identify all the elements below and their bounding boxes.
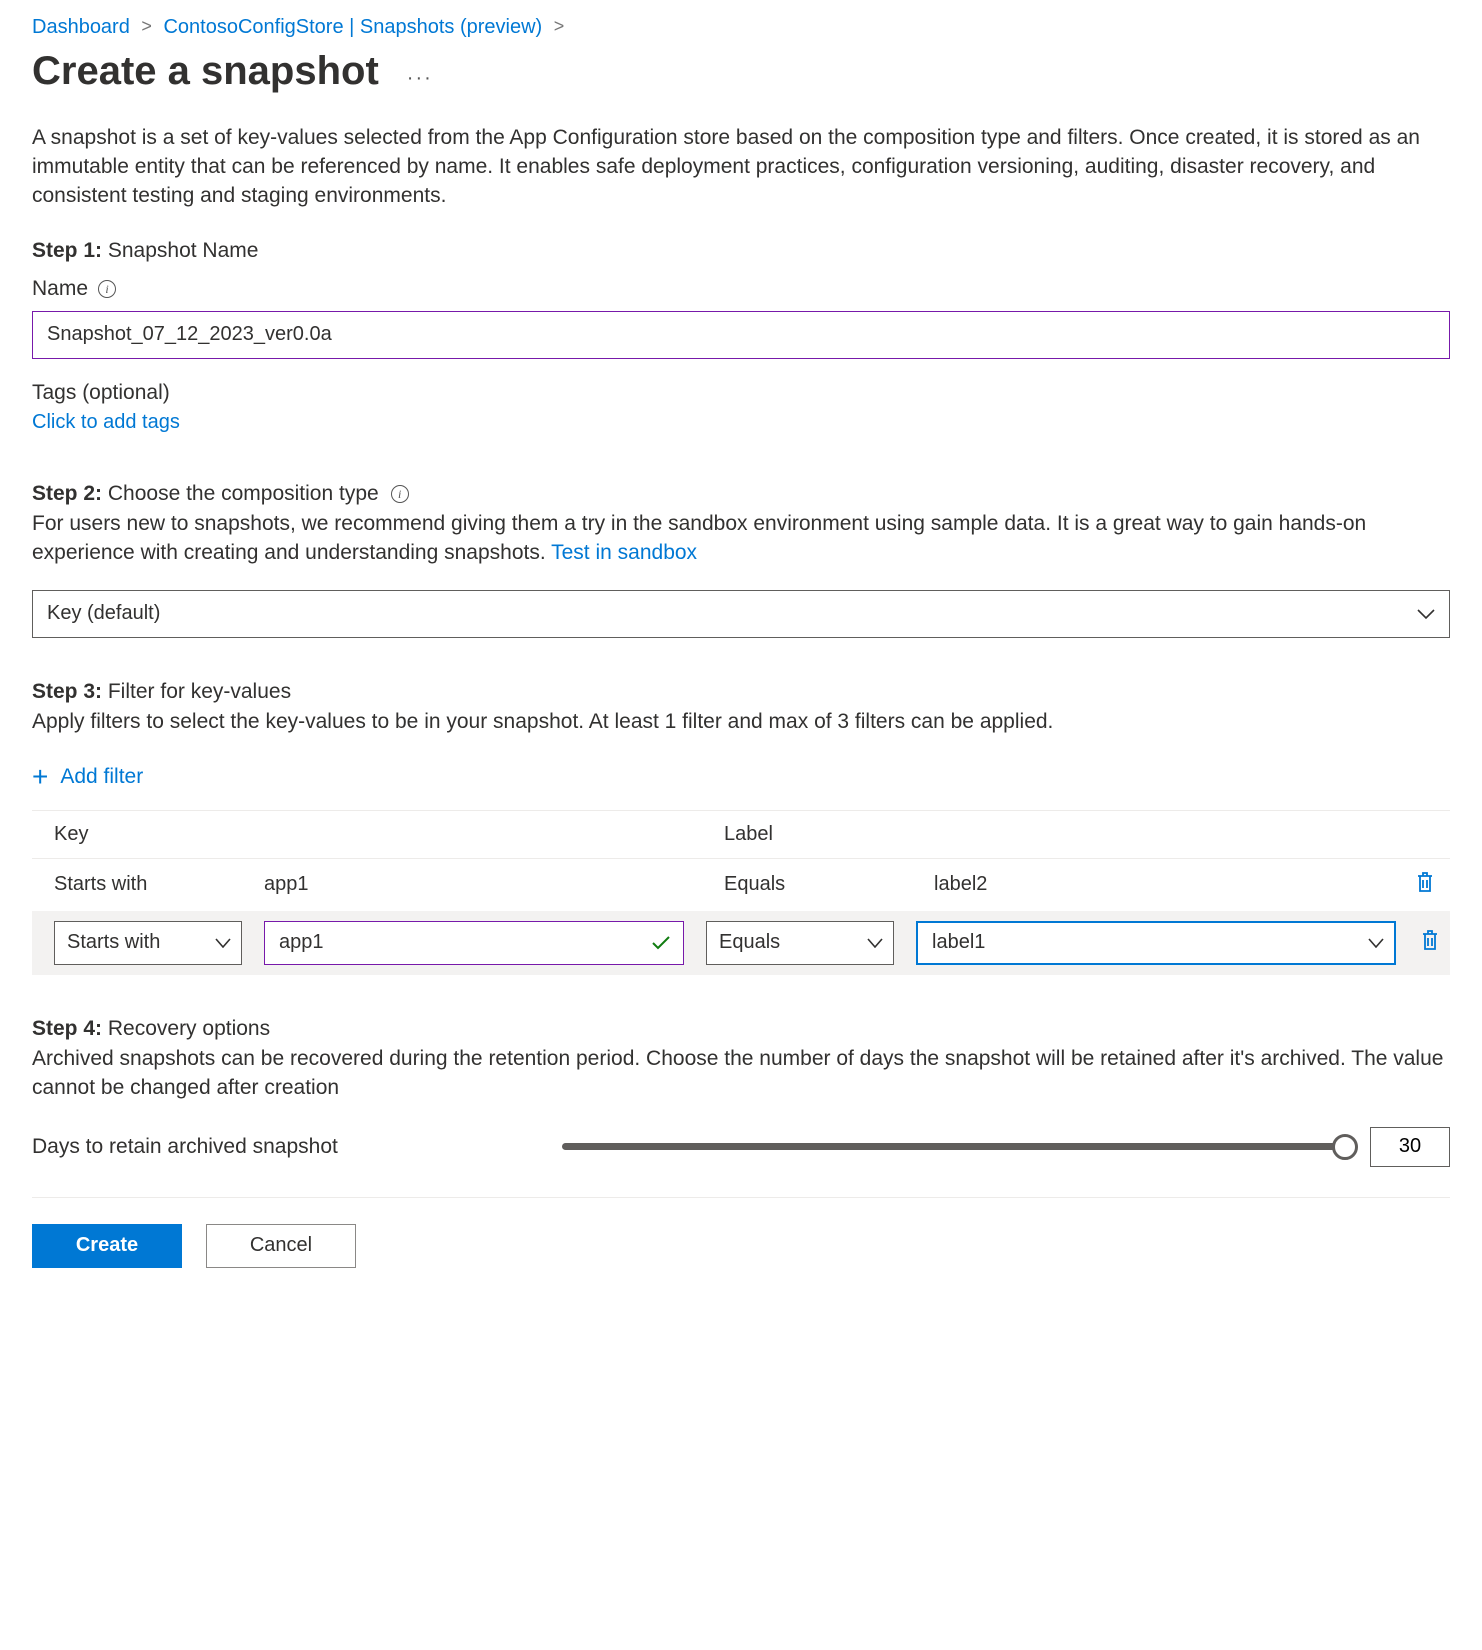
create-button[interactable]: Create: [32, 1224, 182, 1268]
breadcrumb-store[interactable]: ContosoConfigStore | Snapshots (preview): [163, 16, 542, 38]
snapshot-name-input[interactable]: [32, 311, 1450, 359]
step3-label: Step 3: Filter for key-values: [32, 680, 1450, 704]
step2-label: Step 2: Choose the composition type i: [32, 482, 1450, 506]
filter-label-value: label2: [934, 873, 1400, 896]
step1-label: Step 1: Snapshot Name: [32, 239, 1450, 263]
filter-label-op-select[interactable]: Equals: [706, 921, 894, 965]
check-icon: [651, 935, 671, 951]
delete-filter-button[interactable]: [1420, 929, 1440, 951]
step2-description: For users new to snapshots, we recommend…: [32, 510, 1450, 568]
step4-label: Step 4: Recovery options: [32, 1017, 1450, 1041]
filter-label-value-combo[interactable]: [916, 921, 1396, 965]
breadcrumb: Dashboard > ContosoConfigStore | Snapsho…: [32, 10, 1450, 39]
cancel-button[interactable]: Cancel: [206, 1224, 356, 1268]
info-icon[interactable]: i: [98, 280, 116, 298]
filter-row-editing: Starts with Equals: [32, 911, 1450, 975]
chevron-down-icon: [867, 938, 883, 948]
filter-key-op: Starts with: [54, 873, 264, 896]
footer: Create Cancel: [32, 1197, 1450, 1268]
name-label: Name: [32, 277, 88, 301]
filter-table: Key Label Starts with app1 Equals label2: [32, 810, 1450, 975]
filter-key-value: app1: [264, 873, 724, 896]
test-sandbox-link[interactable]: Test in sandbox: [551, 541, 697, 564]
info-icon[interactable]: i: [391, 485, 409, 503]
add-tags-link[interactable]: Click to add tags: [32, 411, 180, 433]
filter-key-value-input-wrap: [264, 921, 684, 965]
plus-icon: +: [32, 763, 48, 791]
chevron-down-icon: [1368, 938, 1384, 948]
step3-description: Apply filters to select the key-values t…: [32, 708, 1450, 737]
step4-description: Archived snapshots can be recovered duri…: [32, 1045, 1450, 1103]
filter-label-op: Equals: [724, 873, 934, 896]
breadcrumb-dashboard[interactable]: Dashboard: [32, 16, 130, 38]
add-filter-button[interactable]: + Add filter: [32, 763, 143, 791]
retention-slider[interactable]: [562, 1131, 1356, 1163]
slider-thumb[interactable]: [1332, 1134, 1358, 1160]
retention-value-input[interactable]: [1370, 1127, 1450, 1167]
page-title: Create a snapshot: [32, 49, 379, 94]
column-key: Key: [54, 823, 264, 846]
delete-filter-button[interactable]: [1415, 871, 1435, 893]
filter-key-op-select[interactable]: Starts with: [54, 921, 242, 965]
composition-type-select[interactable]: Key (default): [32, 590, 1450, 638]
filter-label-value-input[interactable]: [930, 930, 1368, 955]
chevron-down-icon: [1417, 608, 1435, 620]
filter-row: Starts with app1 Equals label2: [32, 859, 1450, 911]
chevron-right-icon: >: [554, 16, 565, 36]
chevron-right-icon: >: [141, 16, 152, 36]
column-label: Label: [724, 823, 934, 846]
tags-label: Tags (optional): [32, 381, 1450, 405]
more-button[interactable]: ···: [407, 68, 433, 88]
filter-key-value-input[interactable]: [277, 930, 651, 955]
chevron-down-icon: [215, 938, 231, 948]
page-description: A snapshot is a set of key-values select…: [32, 124, 1450, 211]
retention-label: Days to retain archived snapshot: [32, 1135, 562, 1159]
